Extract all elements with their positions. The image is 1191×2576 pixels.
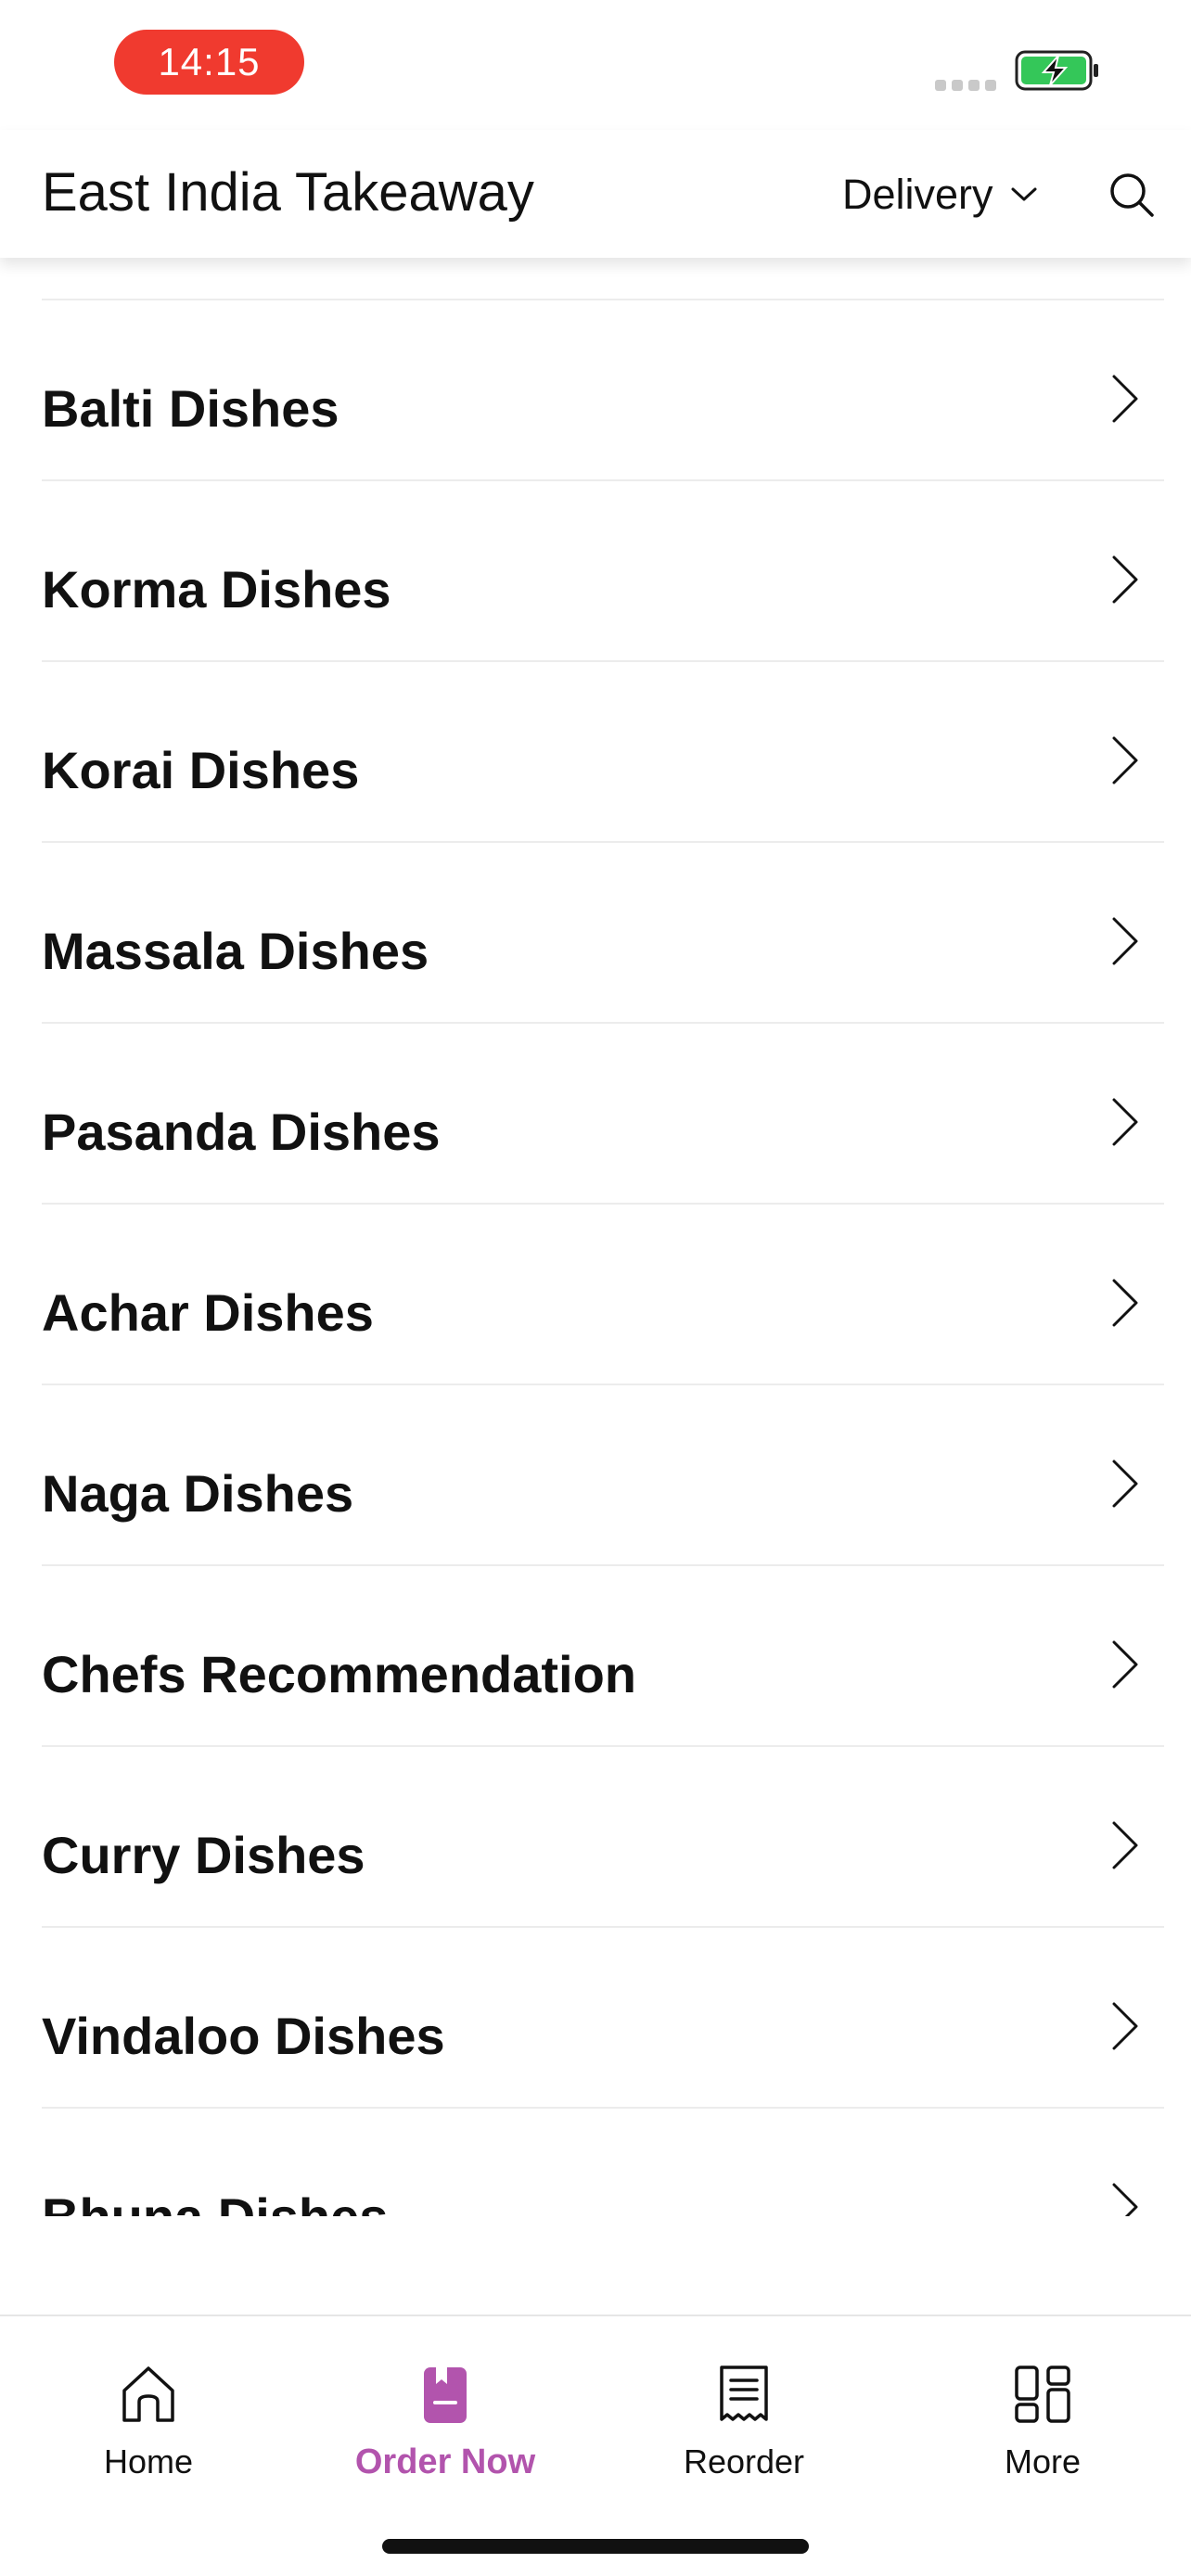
- category-item[interactable]: Bhuna Dishes: [42, 2109, 1164, 2216]
- category-label: Bhuna Dishes: [42, 2187, 388, 2216]
- category-item[interactable]: Curry Dishes: [42, 1747, 1164, 1928]
- category-item[interactable]: Naga Dishes: [42, 1385, 1164, 1566]
- chevron-right-icon: [1112, 555, 1138, 604]
- chevron-right-icon: [1112, 736, 1138, 784]
- chevron-right-icon: [1112, 1821, 1138, 1869]
- bottom-tab-bar: Home Order Now Reorder More: [0, 2315, 1191, 2576]
- category-item[interactable]: Korma Dishes: [42, 481, 1164, 662]
- tab-more-label: More: [1004, 2442, 1082, 2480]
- search-button[interactable]: [1104, 167, 1159, 223]
- category-item[interactable]: Chefs Recommendation: [42, 1566, 1164, 1747]
- tab-home[interactable]: Home: [28, 2361, 269, 2500]
- grid-icon: [1015, 2366, 1070, 2423]
- chevron-right-icon: [1112, 2002, 1138, 2050]
- category-item[interactable]: Achar Dishes: [42, 1205, 1164, 1385]
- category-item[interactable]: Pasanda Dishes: [42, 1024, 1164, 1205]
- menu-category-list[interactable]: Balti Dishes Korma Dishes Korai Dishes M…: [0, 258, 1191, 2216]
- chevron-right-icon: [1112, 917, 1138, 965]
- category-label: Chefs Recommendation: [42, 1645, 636, 1703]
- chevron-down-icon: [1011, 187, 1037, 201]
- restaurant-title: East India Takeaway: [42, 162, 534, 223]
- chevron-right-icon: [1112, 1460, 1138, 1508]
- category-item[interactable]: Balti Dishes: [42, 300, 1164, 481]
- tab-order-now-label: Order Now: [354, 2442, 536, 2481]
- category-label: Naga Dishes: [42, 1464, 354, 1523]
- tab-home-label: Home: [103, 2442, 194, 2480]
- chevron-right-icon: [1112, 1640, 1138, 1689]
- chevron-right-icon: [1112, 1098, 1138, 1146]
- category-label: Pasanda Dishes: [42, 1103, 441, 1161]
- category-label: Korma Dishes: [42, 560, 391, 618]
- signal-icon: [935, 80, 996, 91]
- chevron-right-icon: [1112, 375, 1138, 423]
- category-item[interactable]: Korai Dishes: [42, 662, 1164, 843]
- category-label: Korai Dishes: [42, 741, 360, 799]
- chevron-right-icon: [1112, 2183, 1138, 2216]
- delivery-mode-dropdown[interactable]: Delivery: [842, 167, 1038, 223]
- tab-order-now[interactable]: Order Now: [325, 2361, 566, 2500]
- category-label: Curry Dishes: [42, 1826, 365, 1884]
- status-bar: 14:15: [0, 0, 1191, 130]
- category-label: Massala Dishes: [42, 922, 429, 980]
- search-icon: [1110, 173, 1154, 217]
- home-icon: [122, 2366, 174, 2422]
- chevron-right-icon: [1112, 1279, 1138, 1327]
- app-header: East India Takeaway Delivery: [0, 130, 1191, 258]
- tab-more[interactable]: More: [922, 2361, 1163, 2500]
- category-item[interactable]: Massala Dishes: [42, 843, 1164, 1024]
- category-item[interactable]: Vindaloo Dishes: [42, 1928, 1164, 2109]
- delivery-mode-label: Delivery: [842, 171, 993, 218]
- category-label: Vindaloo Dishes: [42, 2007, 445, 2065]
- order-book-icon: [424, 2367, 467, 2423]
- category-label: Balti Dishes: [42, 379, 339, 438]
- battery-charging-icon: [1015, 50, 1098, 91]
- status-time: 14:15: [114, 30, 304, 95]
- category-label: Achar Dishes: [42, 1283, 374, 1342]
- home-indicator[interactable]: [382, 2539, 809, 2554]
- receipt-icon: [720, 2366, 768, 2421]
- screen: 14:15 East India Takeaway Delivery Balti…: [0, 0, 1191, 2576]
- tab-reorder-label: Reorder: [683, 2442, 805, 2480]
- tab-reorder[interactable]: Reorder: [623, 2361, 864, 2500]
